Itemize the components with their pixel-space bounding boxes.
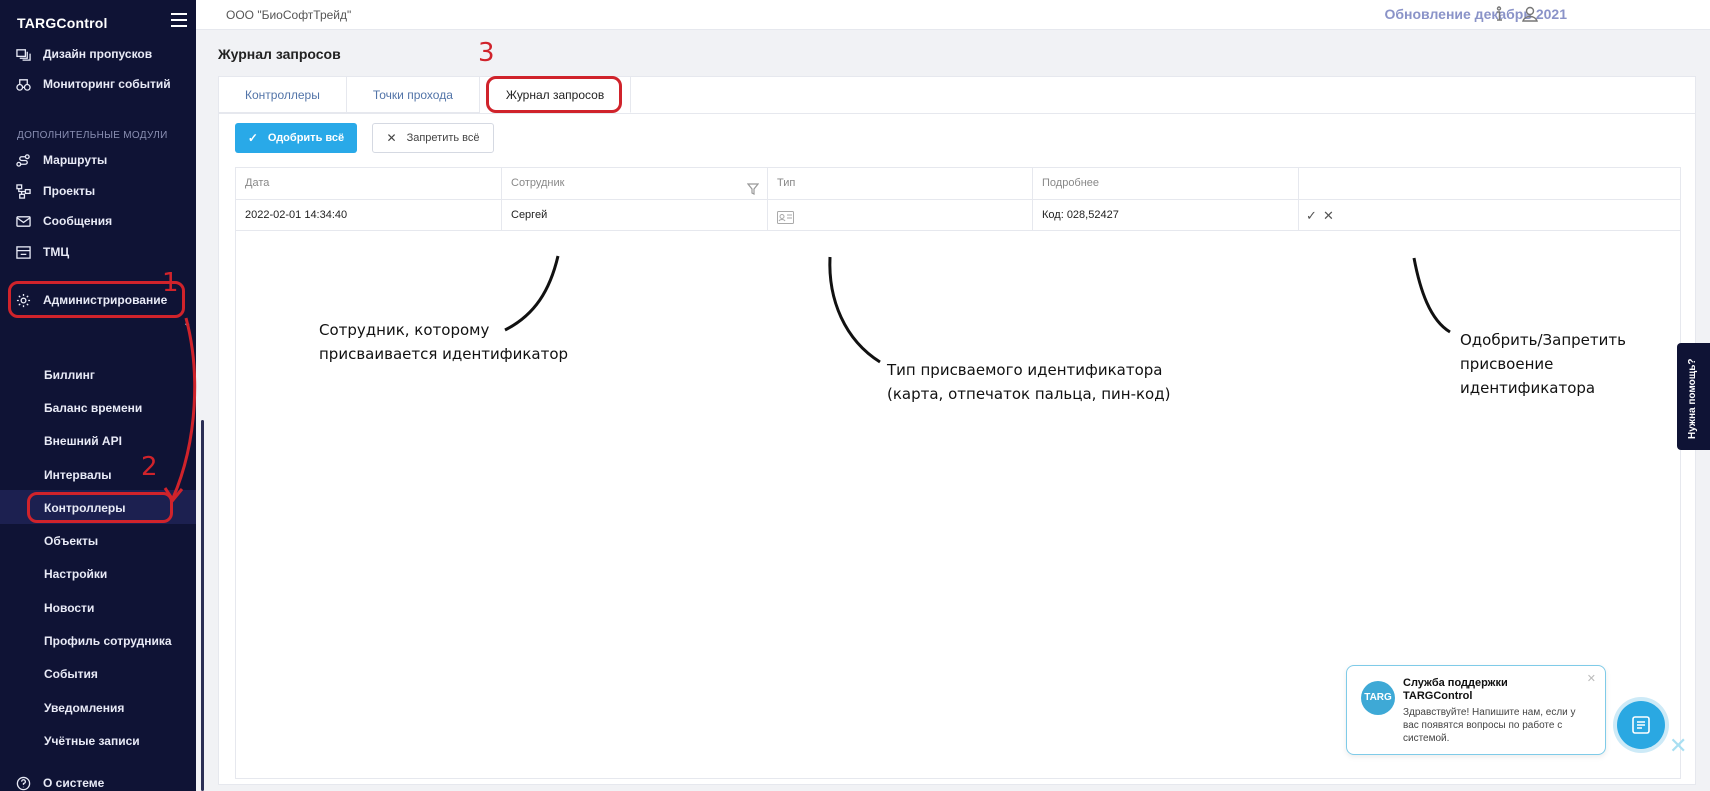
- table-header: Дата Сотрудник Тип Подробнее: [236, 168, 1680, 200]
- sidebar-item-notifications[interactable]: Уведомления: [44, 701, 124, 719]
- sidebar-item-intervals[interactable]: Интервалы: [44, 468, 112, 486]
- user-icon[interactable]: [1521, 5, 1539, 23]
- inventory-icon: [16, 245, 31, 259]
- annotation-actions: Одобрить/Запретить присвоение идентифика…: [1460, 328, 1626, 400]
- support-chat-popup[interactable]: TARG Служба поддержки TARGControl Здравс…: [1346, 665, 1606, 755]
- sidebar-item-settings[interactable]: Настройки: [44, 567, 107, 585]
- support-chat-message: Здравствуйте! Напишите нам, если у вас п…: [1403, 707, 1576, 744]
- annotation-type: Тип присваемого идентификатора (карта, о…: [887, 358, 1170, 406]
- close-icon: ✕: [386, 131, 397, 145]
- cell-type: [768, 200, 1033, 230]
- projects-icon: [16, 183, 31, 199]
- deny-all-label: Запретить всё: [406, 132, 480, 144]
- sidebar-item-about[interactable]: О системе: [16, 773, 104, 791]
- table-row[interactable]: 2022-02-01 14:34:40 Сергей Код: 028,5242…: [236, 200, 1680, 231]
- column-header-actions: [1299, 168, 1680, 199]
- info-icon[interactable]: [1490, 5, 1508, 23]
- cell-details: Код: 028,52427: [1033, 200, 1299, 230]
- annotation-box-controllers: [27, 492, 173, 523]
- sidebar-scrollbar[interactable]: [201, 420, 204, 791]
- annotation-number-1: 1: [162, 268, 179, 298]
- annotation-line: Сотрудник, которому: [319, 321, 490, 339]
- cell-actions: ✓ ✕: [1299, 200, 1680, 230]
- sidebar-item-monitoring[interactable]: Мониторинг событий: [16, 74, 171, 94]
- help-circle-icon: [16, 776, 31, 790]
- monitoring-icon: [16, 78, 31, 91]
- cell-employee: Сергей: [502, 200, 768, 230]
- annotation-line: присваивается идентификатор: [319, 345, 569, 363]
- chat-icon: [1632, 716, 1650, 734]
- deny-all-button[interactable]: ✕ Запретить всё: [372, 123, 494, 153]
- sidebar: TARGControl Дизайн пропусков Мониторинг …: [0, 0, 196, 791]
- sidebar-section-label: ДОПОЛНИТЕЛЬНЫЕ МОДУЛИ: [17, 130, 168, 141]
- column-header-type[interactable]: Тип: [768, 168, 1033, 199]
- support-chat-title: Служба поддержки TARGControl: [1403, 677, 1508, 702]
- sidebar-item-employee-profile[interactable]: Профиль сотрудника: [44, 634, 172, 652]
- help-tab-label: Нужна помощь?: [1687, 358, 1698, 439]
- sidebar-item-external-api[interactable]: Внешний API: [44, 434, 122, 452]
- menu-toggle-icon[interactable]: [171, 13, 187, 27]
- check-icon: ✓: [247, 131, 258, 145]
- sidebar-item-news[interactable]: Новости: [44, 601, 94, 619]
- approve-all-label: Одобрить всё: [267, 132, 345, 144]
- sidebar-item-billing[interactable]: Биллинг: [44, 368, 95, 386]
- sidebar-item-label: Дизайн пропусков: [43, 47, 153, 61]
- column-header-date[interactable]: Дата: [236, 168, 502, 199]
- brand-logo[interactable]: TARGControl: [17, 15, 108, 31]
- close-icon[interactable]: ✕: [1587, 672, 1596, 685]
- annotation-line: идентификатора: [1460, 379, 1596, 397]
- support-logo: TARG: [1361, 681, 1395, 715]
- sidebar-item-label: Сообщения: [43, 214, 113, 228]
- sidebar-item-label: Проекты: [43, 184, 96, 198]
- update-link[interactable]: Обновление декабрь 2021: [1384, 6, 1567, 22]
- annotation-line: Тип присваемого идентификатора: [887, 361, 1163, 379]
- organization-name: ООО "БиоСофтТрейд": [226, 8, 352, 22]
- sidebar-item-messages[interactable]: Сообщения: [16, 211, 112, 231]
- sidebar-item-accounts[interactable]: Учётные записи: [44, 734, 140, 752]
- help-tab[interactable]: Нужна помощь?: [1677, 343, 1710, 450]
- sidebar-item-time-balance[interactable]: Баланс времени: [44, 401, 142, 419]
- annotation-number-2: 2: [141, 452, 158, 482]
- sidebar-item-pass-design[interactable]: Дизайн пропусков: [16, 44, 152, 64]
- routes-icon: [16, 153, 30, 167]
- chevron-down-icon[interactable]: ⌄: [183, 318, 191, 329]
- annotation-box-administration: [8, 281, 185, 318]
- tabs-divider: [219, 113, 1695, 114]
- tab-controllers[interactable]: Контроллеры: [219, 77, 347, 113]
- annotation-line: Одобрить/Запретить: [1460, 331, 1626, 349]
- tab-access-points[interactable]: Точки прохода: [346, 77, 480, 113]
- annotation-line: присвоение: [1460, 355, 1554, 373]
- column-header-label: Сотрудник: [511, 177, 565, 189]
- id-card-icon: [777, 206, 794, 224]
- sidebar-item-label: Мониторинг событий: [43, 77, 171, 91]
- sidebar-item-label: О системе: [43, 776, 105, 790]
- approve-all-button[interactable]: ✓ Одобрить всё: [235, 123, 357, 153]
- sidebar-item-label: Маршруты: [43, 153, 108, 167]
- topbar: ООО "БиоСофтТрейд" Обновление декабрь 20…: [196, 0, 1710, 30]
- column-header-employee[interactable]: Сотрудник: [502, 168, 768, 199]
- sidebar-item-events[interactable]: События: [44, 667, 98, 685]
- annotation-number-3: 3: [478, 38, 495, 68]
- sidebar-item-label: ТМЦ: [43, 245, 70, 259]
- sidebar-item-objects[interactable]: Объекты: [44, 534, 98, 552]
- approve-icon[interactable]: ✓: [1306, 200, 1317, 231]
- column-header-details[interactable]: Подробнее: [1033, 168, 1299, 199]
- annotation-box-request-log-tab: [486, 76, 622, 113]
- sidebar-item-projects[interactable]: Проекты: [16, 181, 95, 201]
- annotation-line: (карта, отпечаток пальца, пин-код): [887, 385, 1171, 403]
- chat-open-button[interactable]: [1617, 701, 1665, 749]
- sidebar-item-inventory[interactable]: ТМЦ: [16, 242, 69, 262]
- mail-icon: [16, 215, 31, 227]
- sidebar-item-routes[interactable]: Маршруты: [16, 150, 107, 170]
- cell-date: 2022-02-01 14:34:40: [236, 200, 502, 230]
- filter-icon[interactable]: [746, 177, 760, 195]
- badge-design-icon: [16, 48, 31, 61]
- deny-icon[interactable]: ✕: [1323, 200, 1334, 231]
- chat-dismiss-icon[interactable]: ✕: [1669, 733, 1687, 759]
- page-title: Журнал запросов: [218, 46, 341, 62]
- annotation-employee: Сотрудник, которому присваивается иденти…: [319, 318, 568, 366]
